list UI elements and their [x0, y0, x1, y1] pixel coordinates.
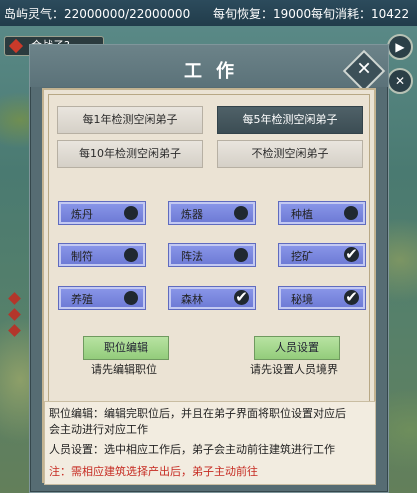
description-box: 职位编辑：编辑完职位后，并且在弟子界面将职位设置对应后 会主动进行对应工作 人员…	[44, 401, 376, 485]
play-button[interactable]: ▶	[387, 34, 413, 60]
job-toggle-secret-realm[interactable]: 秘境 ✔	[279, 287, 365, 309]
checkmark-icon: ✔	[343, 289, 360, 306]
side-close-button[interactable]: ✕	[387, 68, 413, 94]
toggle-off-icon	[124, 248, 138, 262]
close-icon: ✕	[394, 74, 406, 88]
job-toggle-breeding[interactable]: 养殖	[59, 287, 145, 309]
checkmark-icon: ✔	[343, 246, 360, 263]
check-5-years-button[interactable]: 每5年检测空闲弟子	[217, 106, 363, 134]
work-dialog: 工作 每1年检测空闲弟子 每5年检测空闲弟子 每10年检测空闲弟子 不检测空闲弟…	[29, 44, 389, 493]
no-check-button[interactable]: 不检测空闲弟子	[217, 140, 363, 168]
job-toggle-talisman[interactable]: 制符	[59, 244, 145, 266]
toggle-off-icon	[124, 291, 138, 305]
resource-bar: 岛屿灵气：22000000/22000000 每旬恢复：19000 每旬消耗：1…	[0, 0, 417, 26]
dialog-title: 工作	[184, 61, 248, 82]
job-label: 挖矿	[291, 250, 313, 263]
position-edit-button[interactable]: 职位编辑	[83, 336, 169, 360]
toggle-off-icon	[344, 206, 358, 220]
description-line-3: 人员设置：选中相应工作后，弟子会主动前往建筑进行工作	[49, 443, 335, 456]
job-toggle-forest[interactable]: 森林 ✔	[169, 287, 255, 309]
personnel-settings-button[interactable]: 人员设置	[254, 336, 340, 360]
job-label: 秘境	[291, 293, 313, 306]
job-toggle-forging[interactable]: 炼器	[169, 202, 255, 224]
job-toggle-alchemy[interactable]: 炼丹	[59, 202, 145, 224]
consume-rate-text: 每旬消耗：10422	[311, 7, 410, 21]
check-10-years-button[interactable]: 每10年检测空闲弟子	[57, 140, 203, 168]
position-edit-hint: 请先编辑职位	[91, 363, 157, 376]
job-toggle-mining[interactable]: 挖矿 ✔	[279, 244, 365, 266]
job-label: 养殖	[71, 293, 93, 306]
diamond-icon	[8, 38, 24, 54]
toggle-off-icon	[234, 248, 248, 262]
description-note: 注：需相应建筑选择产出后，弟子主动前往	[49, 465, 258, 478]
recover-rate-text: 每旬恢复：19000	[213, 7, 312, 21]
job-label: 种植	[291, 208, 313, 221]
job-label: 阵法	[181, 250, 203, 263]
description-line-2: 会主动进行对应工作	[49, 423, 148, 436]
play-icon: ▶	[395, 40, 405, 54]
description-line-1: 职位编辑：编辑完职位后，并且在弟子界面将职位设置对应后	[49, 407, 346, 420]
job-label: 森林	[181, 293, 203, 306]
job-label: 炼器	[181, 208, 203, 221]
island-qi-text: 岛屿灵气：22000000/22000000	[4, 7, 191, 21]
job-label: 制符	[71, 250, 93, 263]
check-1-year-button[interactable]: 每1年检测空闲弟子	[57, 106, 203, 134]
checkmark-icon: ✔	[233, 289, 250, 306]
job-label: 炼丹	[71, 208, 93, 221]
job-toggle-formation[interactable]: 阵法	[169, 244, 255, 266]
personnel-settings-hint: 请先设置人员境界	[250, 363, 338, 376]
toggle-off-icon	[234, 206, 248, 220]
job-toggle-planting[interactable]: 种植	[279, 202, 365, 224]
toggle-off-icon	[124, 206, 138, 220]
dialog-header: 工作	[30, 45, 388, 87]
